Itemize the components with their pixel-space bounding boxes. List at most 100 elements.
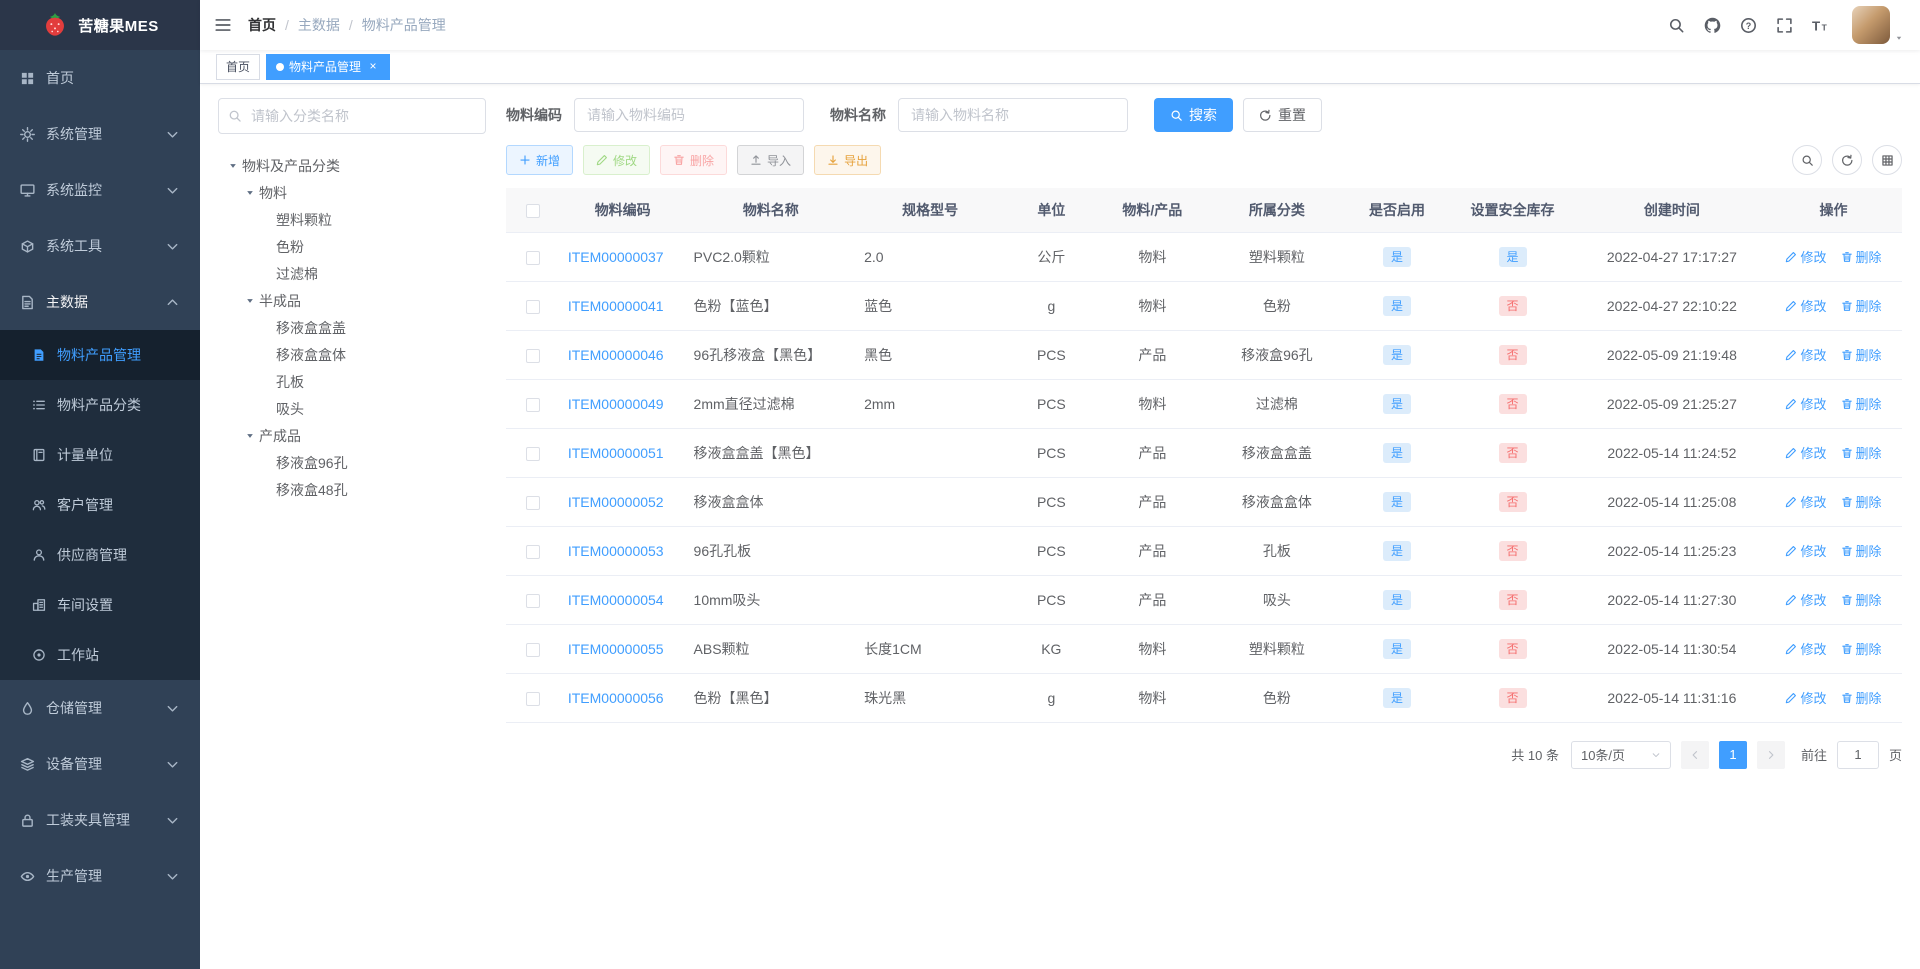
material-code-link[interactable]: ITEM00000055 [568,641,664,657]
tree-node[interactable]: 孔板 [218,368,486,395]
edit-row-button[interactable]: 修改 [1785,247,1827,266]
delete-row-button[interactable]: 删除 [1841,688,1882,707]
page-number-1[interactable]: 1 [1718,740,1747,769]
edit-row-button[interactable]: 修改 [1785,443,1827,462]
tree-expand-icon[interactable] [241,188,259,198]
edit-row-button[interactable]: 修改 [1785,590,1827,609]
search-icon[interactable] [1668,17,1685,34]
tree-expand-icon[interactable] [241,431,259,441]
help-icon[interactable]: ? [1740,17,1757,34]
export-button[interactable]: 导出 [814,145,882,175]
tree-node[interactable]: 塑料颗粒 [218,206,486,233]
sidebar-item-monitor[interactable]: 系统监控 [0,162,200,218]
category-search-input[interactable] [218,98,486,134]
row-checkbox[interactable] [525,299,540,314]
material-code-link[interactable]: ITEM00000054 [568,592,664,608]
delete-row-button[interactable]: 删除 [1841,639,1882,658]
material-code-link[interactable]: ITEM00000052 [568,494,664,510]
tree-node[interactable]: 过滤棉 [218,260,486,287]
tag-物料产品管理[interactable]: 物料产品管理 × [266,53,391,80]
sidebar-item-equipment[interactable]: 设备管理 [0,736,200,792]
delete-row-button[interactable]: 删除 [1841,296,1882,315]
edit-row-button[interactable]: 修改 [1785,639,1827,658]
sidebar-item-tools[interactable]: 系统工具 [0,218,200,274]
name-filter-input[interactable] [898,98,1128,132]
delete-row-button[interactable]: 删除 [1841,590,1882,609]
tree-node[interactable]: 移液盒盒盖 [218,314,486,341]
row-checkbox[interactable] [525,495,540,510]
prev-page-button[interactable] [1680,740,1709,769]
material-code-link[interactable]: ITEM00000046 [568,347,664,363]
material-code-link[interactable]: ITEM00000049 [568,396,664,412]
delete-row-button[interactable]: 删除 [1841,394,1882,413]
close-icon[interactable]: × [366,59,380,74]
import-button[interactable]: 导入 [737,145,805,175]
edit-button[interactable]: 修改 [583,145,651,175]
sidebar-item-workshop[interactable]: 车间设置 [0,580,200,630]
brand[interactable]: 苦糖果MES [0,0,200,50]
font-size-icon[interactable]: TT [1812,17,1829,34]
material-code-link[interactable]: ITEM00000053 [568,543,664,559]
material-code-link[interactable]: ITEM00000041 [568,298,664,314]
breadcrumb-item[interactable]: 首页 [248,15,276,35]
delete-row-button[interactable]: 删除 [1841,541,1882,560]
code-filter-input[interactable] [574,98,804,132]
row-checkbox[interactable] [525,250,540,265]
sidebar-item-material-manage[interactable]: 物料产品管理 [0,330,200,380]
material-code-link[interactable]: ITEM00000051 [568,445,664,461]
delete-row-button[interactable]: 删除 [1841,345,1882,364]
edit-row-button[interactable]: 修改 [1785,394,1827,413]
github-icon[interactable] [1704,17,1721,34]
sidebar-item-measure-unit[interactable]: 计量单位 [0,430,200,480]
delete-row-button[interactable]: 删除 [1841,247,1882,266]
tree-node[interactable]: 移液盒48孔 [218,476,486,503]
tree-node[interactable]: 吸头 [218,395,486,422]
next-page-button[interactable] [1756,740,1785,769]
material-code-link[interactable]: ITEM00000037 [568,249,664,265]
row-checkbox[interactable] [525,691,540,706]
row-checkbox[interactable] [525,397,540,412]
hamburger-icon[interactable] [214,16,232,34]
sidebar-item-master-data[interactable]: 主数据 [0,274,200,330]
sidebar-item-system[interactable]: 系统管理 [0,106,200,162]
tree-node[interactable]: 移液盒盒体 [218,341,486,368]
sidebar-item-home[interactable]: 首页 [0,50,200,106]
delete-button[interactable]: 删除 [660,145,728,175]
sidebar-item-supplier[interactable]: 供应商管理 [0,530,200,580]
fullscreen-icon[interactable] [1776,17,1793,34]
sidebar-item-fixture[interactable]: 工装夹具管理 [0,792,200,848]
edit-row-button[interactable]: 修改 [1785,541,1827,560]
tree-expand-icon[interactable] [224,161,242,171]
toggle-search-button[interactable] [1792,145,1822,175]
sidebar-item-production[interactable]: 生产管理 [0,848,200,904]
sidebar-item-customer[interactable]: 客户管理 [0,480,200,530]
breadcrumb-item[interactable]: 主数据 [298,15,340,35]
row-checkbox[interactable] [525,446,540,461]
edit-row-button[interactable]: 修改 [1785,296,1827,315]
columns-button[interactable] [1872,145,1902,175]
tree-node[interactable]: 色粉 [218,233,486,260]
tree-node[interactable]: 物料及产品分类 [218,152,486,179]
select-all-checkbox[interactable] [525,203,540,218]
search-button[interactable]: 搜索 [1154,98,1233,132]
row-checkbox[interactable] [525,348,540,363]
sidebar-item-warehouse[interactable]: 仓储管理 [0,680,200,736]
sidebar-item-material-category[interactable]: 物料产品分类 [0,380,200,430]
delete-row-button[interactable]: 删除 [1841,492,1882,511]
tree-node[interactable]: 产成品 [218,422,486,449]
row-checkbox[interactable] [525,544,540,559]
sidebar-item-workstation[interactable]: 工作站 [0,630,200,680]
tree-node[interactable]: 半成品 [218,287,486,314]
user-menu[interactable] [1852,6,1904,44]
tag-首页[interactable]: 首页 [216,53,261,80]
refresh-table-button[interactable] [1832,145,1862,175]
goto-page-input[interactable] [1836,740,1879,769]
edit-row-button[interactable]: 修改 [1785,345,1827,364]
page-size-select[interactable]: 10条/页 [1570,740,1671,769]
tree-node[interactable]: 物料 [218,179,486,206]
row-checkbox[interactable] [525,642,540,657]
material-code-link[interactable]: ITEM00000056 [568,690,664,706]
tree-expand-icon[interactable] [241,296,259,306]
edit-row-button[interactable]: 修改 [1785,688,1827,707]
add-button[interactable]: 新增 [506,145,574,175]
